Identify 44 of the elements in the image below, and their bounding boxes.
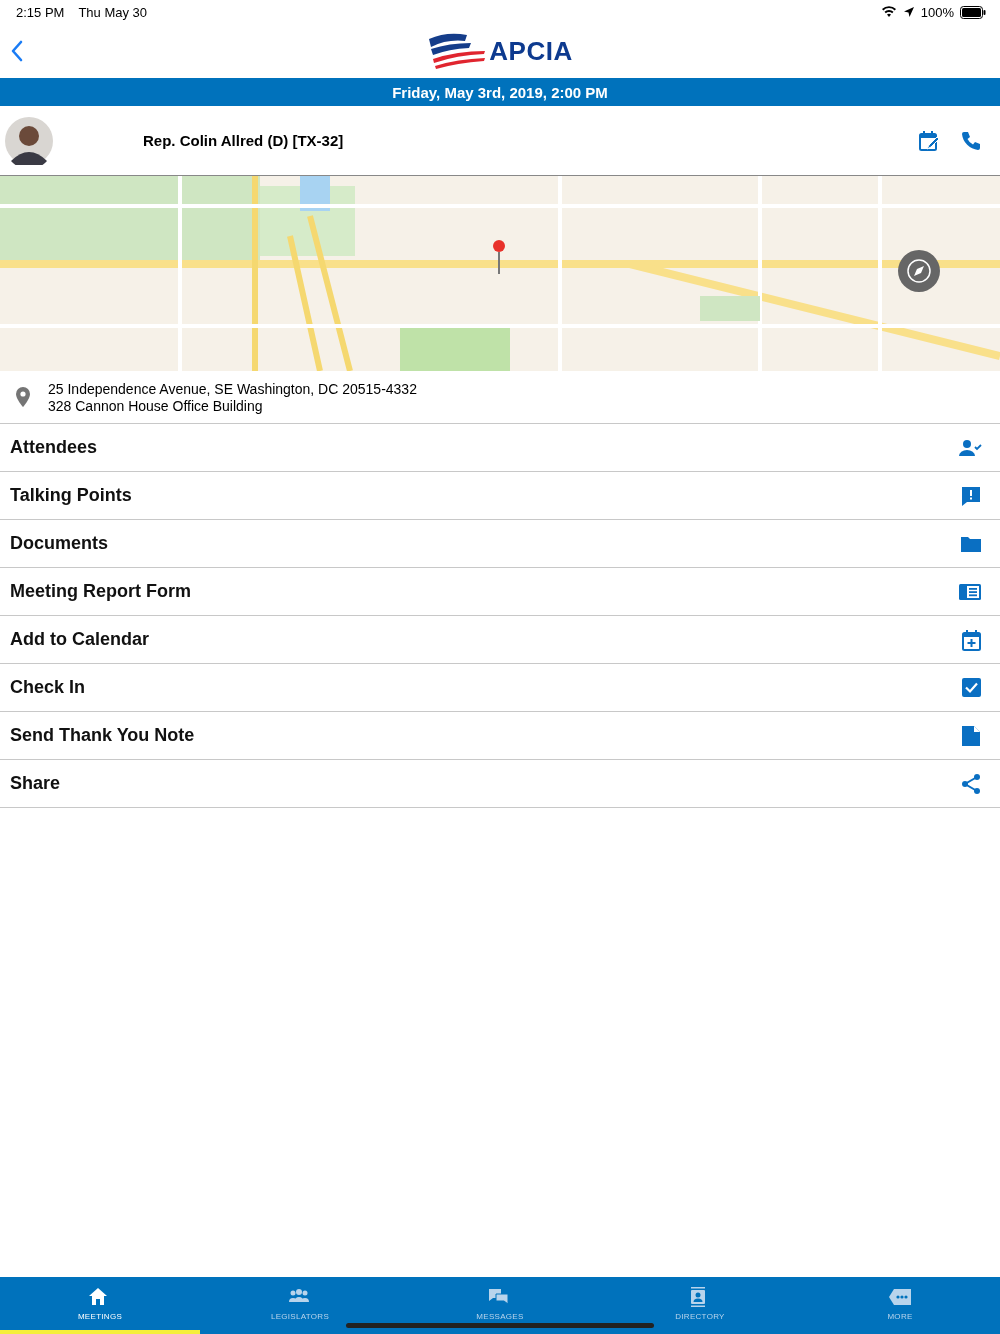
share-icon [960, 772, 982, 795]
status-time: 2:15 PM [16, 4, 65, 20]
menu-row[interactable]: Send Thank You Note [0, 712, 1000, 760]
battery-icon [960, 5, 986, 19]
row-label: Send Thank You Note [10, 725, 195, 746]
menu-row[interactable]: Share [0, 760, 1000, 808]
battery-percent: 100% [920, 4, 954, 20]
row-label: Documents [10, 533, 108, 554]
row-label: Meeting Report Form [10, 581, 191, 602]
logo-text: APCIA [489, 35, 573, 67]
status-date: Thu May 30 [78, 4, 148, 20]
calendar-plus-icon [961, 628, 982, 651]
menu-row[interactable]: Add to Calendar [0, 616, 1000, 664]
alert-speech-bubble-icon [960, 484, 982, 507]
location-pin-icon [14, 386, 32, 408]
avatar [5, 116, 53, 165]
row-label: Share [10, 773, 61, 794]
menu-row[interactable]: Documents [0, 520, 1000, 568]
menu-row[interactable]: Attendees [0, 424, 1000, 472]
row-label: Add to Calendar [10, 629, 149, 650]
row-label: Attendees [10, 437, 98, 458]
form-icon [958, 581, 982, 602]
compass-icon [907, 259, 931, 283]
more-tag-icon [888, 1287, 912, 1308]
row-label: Talking Points [10, 485, 132, 506]
back-chevron-icon [10, 40, 24, 62]
menu-row[interactable]: Check In [0, 664, 1000, 712]
phone-icon [960, 129, 982, 152]
call-button[interactable] [960, 129, 982, 152]
menu-row[interactable]: Talking Points [0, 472, 1000, 520]
document-icon [960, 724, 982, 747]
checkbox-icon [961, 677, 982, 698]
legislator-name: Rep. Colin Allred (D) [TX-32] [143, 132, 345, 149]
date-banner: Friday, May 3rd, 2019, 2:00 PM [0, 78, 1000, 106]
location-arrow-icon [902, 6, 915, 18]
row-label: Check In [10, 677, 86, 698]
flag-swoosh-icon [427, 31, 488, 71]
calendar-edit-icon [918, 129, 940, 152]
person-check-icon [958, 437, 982, 458]
address-line: 25 Independence Avenue, SE Washington, DC 20515-4332 [48, 380, 417, 397]
menu-row[interactable]: Meeting Report Form [0, 568, 1000, 616]
wifi-icon [880, 6, 897, 18]
schedule-button[interactable] [918, 129, 940, 152]
building-line: 328 Cannon House Office Building [48, 397, 264, 414]
